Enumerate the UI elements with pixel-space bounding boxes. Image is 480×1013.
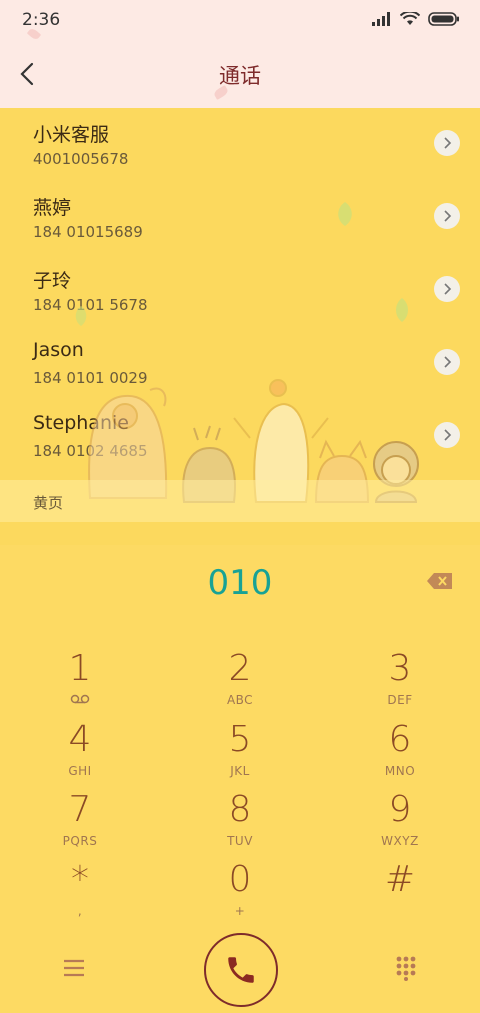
key-digit: 0 [228, 859, 252, 900]
call-button[interactable] [204, 933, 278, 1007]
chevron-right-icon[interactable] [434, 203, 460, 229]
key-letters: WXYZ [381, 834, 419, 848]
key-digit: 9 [388, 789, 412, 830]
key-5[interactable]: 5 JKL [180, 720, 300, 786]
key-digit: 1 [68, 648, 92, 689]
key-star[interactable]: * , [20, 860, 140, 926]
key-letters: GHI [68, 764, 92, 778]
dialpad-grid-icon[interactable] [395, 955, 417, 981]
leaf-decoration [75, 306, 87, 326]
key-letters: , [77, 904, 83, 918]
contact-name: 小米客服 [33, 124, 110, 146]
key-7[interactable]: 7 PQRS [20, 790, 140, 856]
key-digit: 5 [228, 719, 252, 760]
key-1[interactable]: 1 [20, 649, 140, 715]
status-bar: 2:36 [0, 0, 480, 40]
wifi-icon [400, 12, 420, 25]
key-letters: ABC [226, 693, 254, 707]
key-letters: DEF [387, 693, 413, 707]
contact-number: 184 01015689 [33, 223, 143, 241]
header: 通话 [0, 27, 480, 108]
key-0[interactable]: 0 + [180, 860, 300, 926]
dialed-number: 010 [207, 563, 273, 603]
key-6[interactable]: 6 MNO [340, 720, 460, 786]
contact-name: Jason [33, 339, 84, 361]
key-letters: MNO [384, 764, 416, 778]
key-letters: TUV [227, 834, 253, 848]
signal-icon [372, 12, 390, 26]
dialpad: 010 1 2 ABC 3 DEF 4 GHI 5 JKL 6 MNO 7 PQ… [0, 545, 480, 1013]
backspace-icon[interactable] [426, 571, 454, 591]
key-9[interactable]: 9 WXYZ [340, 790, 460, 856]
section-label: 黄页 [33, 494, 64, 512]
page-title: 通话 [219, 64, 261, 88]
battery-icon [428, 12, 459, 26]
contact-row[interactable]: 燕婷 184 01015689 [0, 181, 480, 254]
contact-name: 子玲 [33, 270, 72, 292]
key-8[interactable]: 8 TUV [180, 790, 300, 856]
key-4[interactable]: 4 GHI [20, 720, 140, 786]
key-letters: JKL [230, 764, 250, 778]
contact-number: 184 0101 5678 [33, 296, 148, 314]
key-hash[interactable]: # [340, 860, 460, 926]
contact-row[interactable]: 小米客服 4001005678 [0, 108, 480, 181]
key-digit: * [71, 859, 89, 900]
status-icons [372, 12, 460, 26]
yellow-pages-section: 黄页 [0, 480, 480, 522]
key-digit: 7 [68, 789, 92, 830]
key-digit: 4 [68, 719, 92, 760]
key-3[interactable]: 3 DEF [340, 649, 460, 715]
chevron-right-icon[interactable] [434, 422, 460, 448]
key-digit: # [384, 859, 416, 900]
contact-name: 燕婷 [33, 197, 72, 219]
key-digit: 8 [228, 789, 252, 830]
key-digit: 2 [228, 648, 252, 689]
chevron-right-icon[interactable] [434, 349, 460, 375]
voicemail-icon [70, 694, 90, 704]
key-digit: 6 [388, 719, 412, 760]
chevron-right-icon[interactable] [434, 276, 460, 302]
leaf-decoration [338, 202, 352, 226]
key-letters: + [234, 904, 246, 918]
status-time: 2:36 [22, 10, 61, 30]
key-letters: PQRS [62, 834, 98, 848]
chevron-right-icon[interactable] [434, 130, 460, 156]
contact-number: 4001005678 [33, 150, 129, 168]
key-2[interactable]: 2 ABC [180, 649, 300, 715]
leaf-decoration [396, 298, 408, 322]
menu-icon[interactable] [60, 957, 88, 979]
phone-icon [228, 957, 254, 983]
key-digit: 3 [388, 648, 412, 689]
